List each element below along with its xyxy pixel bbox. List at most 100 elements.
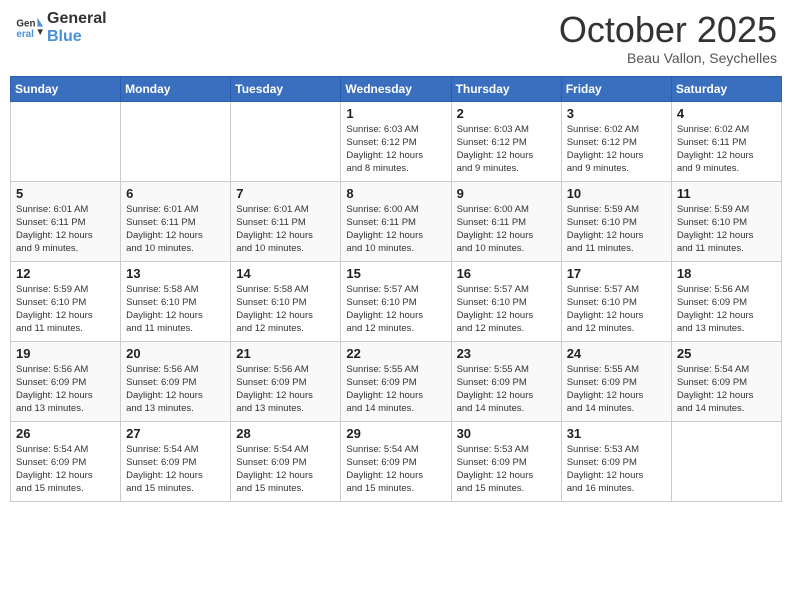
day-info: Sunrise: 6:02 AM Sunset: 6:11 PM Dayligh… xyxy=(677,123,776,176)
calendar-cell: 23 Sunrise: 5:55 AM Sunset: 6:09 PM Dayli… xyxy=(451,341,561,421)
day-number: 11 xyxy=(677,186,776,201)
day-number: 25 xyxy=(677,346,776,361)
calendar-cell: 22 Sunrise: 5:55 AM Sunset: 6:09 PM Dayli… xyxy=(341,341,451,421)
day-number: 18 xyxy=(677,266,776,281)
day-info: Sunrise: 6:01 AM Sunset: 6:11 PM Dayligh… xyxy=(126,203,225,256)
calendar-cell: 30 Sunrise: 5:53 AM Sunset: 6:09 PM Dayli… xyxy=(451,421,561,501)
day-number: 26 xyxy=(16,426,115,441)
day-info: Sunrise: 5:57 AM Sunset: 6:10 PM Dayligh… xyxy=(567,283,666,336)
day-info: Sunrise: 6:02 AM Sunset: 6:12 PM Dayligh… xyxy=(567,123,666,176)
weekday-header-friday: Friday xyxy=(561,76,671,101)
day-number: 12 xyxy=(16,266,115,281)
day-info: Sunrise: 5:58 AM Sunset: 6:10 PM Dayligh… xyxy=(236,283,335,336)
day-info: Sunrise: 5:59 AM Sunset: 6:10 PM Dayligh… xyxy=(677,203,776,256)
weekday-header-tuesday: Tuesday xyxy=(231,76,341,101)
calendar-cell: 27Sunrise: 5:54 AM Sunset: 6:09 PM Dayli… xyxy=(121,421,231,501)
calendar-cell xyxy=(231,101,341,181)
day-number: 7 xyxy=(236,186,335,201)
calendar-cell: 19Sunrise: 5:56 AM Sunset: 6:09 PM Dayli… xyxy=(11,341,121,421)
calendar-cell: 4 Sunrise: 6:02 AM Sunset: 6:11 PM Daylig… xyxy=(671,101,781,181)
calendar-cell: 8 Sunrise: 6:00 AM Sunset: 6:11 PM Daylig… xyxy=(341,181,451,261)
day-number: 1 xyxy=(346,106,445,121)
logo: Gen eral General Blue xyxy=(15,10,107,45)
page-header: Gen eral General Blue October 2025 Beau … xyxy=(10,10,782,66)
day-info: Sunrise: 5:57 AM Sunset: 6:10 PM Dayligh… xyxy=(346,283,445,336)
day-info: Sunrise: 5:55 AM Sunset: 6:09 PM Dayligh… xyxy=(567,363,666,416)
day-number: 22 xyxy=(346,346,445,361)
day-number: 24 xyxy=(567,346,666,361)
calendar-cell: 14 Sunrise: 5:58 AM Sunset: 6:10 PM Dayli… xyxy=(231,261,341,341)
day-number: 16 xyxy=(457,266,556,281)
logo-icon: Gen eral xyxy=(15,14,43,42)
weekday-header-sunday: Sunday xyxy=(11,76,121,101)
calendar-cell: 20 Sunrise: 5:56 AM Sunset: 6:09 PM Dayli… xyxy=(121,341,231,421)
calendar-cell: 7 Sunrise: 6:01 AM Sunset: 6:11 PM Daylig… xyxy=(231,181,341,261)
day-number: 8 xyxy=(346,186,445,201)
day-info: Sunrise: 5:56 AM Sunset: 6:09 PM Dayligh… xyxy=(126,363,225,416)
calendar-cell: 24 Sunrise: 5:55 AM Sunset: 6:09 PM Dayli… xyxy=(561,341,671,421)
calendar-cell: 29 Sunrise: 5:54 AM Sunset: 6:09 PM Dayli… xyxy=(341,421,451,501)
day-number: 6 xyxy=(126,186,225,201)
calendar-table: SundayMondayTuesdayWednesdayThursdayFrid… xyxy=(10,76,782,502)
calendar-cell: 10 Sunrise: 5:59 AM Sunset: 6:10 PM Dayli… xyxy=(561,181,671,261)
calendar-cell xyxy=(121,101,231,181)
svg-text:eral: eral xyxy=(16,29,34,40)
day-info: Sunrise: 5:57 AM Sunset: 6:10 PM Dayligh… xyxy=(457,283,556,336)
day-number: 21 xyxy=(236,346,335,361)
day-info: Sunrise: 5:53 AM Sunset: 6:09 PM Dayligh… xyxy=(457,443,556,496)
weekday-header-wednesday: Wednesday xyxy=(341,76,451,101)
day-number: 13 xyxy=(126,266,225,281)
calendar-cell: 15Sunrise: 5:57 AM Sunset: 6:10 PM Dayli… xyxy=(341,261,451,341)
day-info: Sunrise: 5:53 AM Sunset: 6:09 PM Dayligh… xyxy=(567,443,666,496)
calendar-cell: 5 Sunrise: 6:01 AM Sunset: 6:11 PM Daylig… xyxy=(11,181,121,261)
calendar-cell: 17Sunrise: 5:57 AM Sunset: 6:10 PM Dayli… xyxy=(561,261,671,341)
week-row-3: 12 Sunrise: 5:59 AM Sunset: 6:10 PM Dayli… xyxy=(11,261,782,341)
day-number: 5 xyxy=(16,186,115,201)
day-info: Sunrise: 5:55 AM Sunset: 6:09 PM Dayligh… xyxy=(346,363,445,416)
weekday-header-monday: Monday xyxy=(121,76,231,101)
calendar-cell: 11 Sunrise: 5:59 AM Sunset: 6:10 PM Dayli… xyxy=(671,181,781,261)
calendar-cell: 18 Sunrise: 5:56 AM Sunset: 6:09 PM Dayli… xyxy=(671,261,781,341)
day-info: Sunrise: 6:01 AM Sunset: 6:11 PM Dayligh… xyxy=(236,203,335,256)
week-row-2: 5 Sunrise: 6:01 AM Sunset: 6:11 PM Daylig… xyxy=(11,181,782,261)
day-number: 2 xyxy=(457,106,556,121)
day-number: 10 xyxy=(567,186,666,201)
week-row-1: 1 Sunrise: 6:03 AM Sunset: 6:12 PM Daylig… xyxy=(11,101,782,181)
calendar-cell: 25 Sunrise: 5:54 AM Sunset: 6:09 PM Dayli… xyxy=(671,341,781,421)
day-number: 28 xyxy=(236,426,335,441)
day-number: 31 xyxy=(567,426,666,441)
day-info: Sunrise: 6:03 AM Sunset: 6:12 PM Dayligh… xyxy=(346,123,445,176)
day-info: Sunrise: 5:59 AM Sunset: 6:10 PM Dayligh… xyxy=(567,203,666,256)
title-block: October 2025 Beau Vallon, Seychelles xyxy=(559,10,777,66)
weekday-header-saturday: Saturday xyxy=(671,76,781,101)
day-number: 30 xyxy=(457,426,556,441)
calendar-cell xyxy=(671,421,781,501)
calendar-cell: 1 Sunrise: 6:03 AM Sunset: 6:12 PM Daylig… xyxy=(341,101,451,181)
svg-text:Gen: Gen xyxy=(16,18,35,29)
day-info: Sunrise: 6:01 AM Sunset: 6:11 PM Dayligh… xyxy=(16,203,115,256)
weekday-header-thursday: Thursday xyxy=(451,76,561,101)
day-number: 9 xyxy=(457,186,556,201)
day-info: Sunrise: 6:00 AM Sunset: 6:11 PM Dayligh… xyxy=(346,203,445,256)
calendar-cell: 6 Sunrise: 6:01 AM Sunset: 6:11 PM Daylig… xyxy=(121,181,231,261)
calendar-cell: 26 Sunrise: 5:54 AM Sunset: 6:09 PM Dayli… xyxy=(11,421,121,501)
day-number: 29 xyxy=(346,426,445,441)
calendar-cell: 13Sunrise: 5:58 AM Sunset: 6:10 PM Dayli… xyxy=(121,261,231,341)
day-number: 20 xyxy=(126,346,225,361)
week-row-4: 19Sunrise: 5:56 AM Sunset: 6:09 PM Dayli… xyxy=(11,341,782,421)
calendar-cell: 12 Sunrise: 5:59 AM Sunset: 6:10 PM Dayli… xyxy=(11,261,121,341)
logo-line1: General xyxy=(47,10,107,28)
day-number: 4 xyxy=(677,106,776,121)
week-row-5: 26 Sunrise: 5:54 AM Sunset: 6:09 PM Dayli… xyxy=(11,421,782,501)
day-number: 23 xyxy=(457,346,556,361)
day-info: Sunrise: 5:55 AM Sunset: 6:09 PM Dayligh… xyxy=(457,363,556,416)
day-info: Sunrise: 5:54 AM Sunset: 6:09 PM Dayligh… xyxy=(16,443,115,496)
day-info: Sunrise: 5:54 AM Sunset: 6:09 PM Dayligh… xyxy=(126,443,225,496)
day-info: Sunrise: 5:56 AM Sunset: 6:09 PM Dayligh… xyxy=(677,283,776,336)
day-info: Sunrise: 5:54 AM Sunset: 6:09 PM Dayligh… xyxy=(677,363,776,416)
day-info: Sunrise: 5:59 AM Sunset: 6:10 PM Dayligh… xyxy=(16,283,115,336)
day-info: Sunrise: 5:54 AM Sunset: 6:09 PM Dayligh… xyxy=(346,443,445,496)
day-number: 14 xyxy=(236,266,335,281)
day-info: Sunrise: 5:56 AM Sunset: 6:09 PM Dayligh… xyxy=(16,363,115,416)
calendar-cell: 9Sunrise: 6:00 AM Sunset: 6:11 PM Daylig… xyxy=(451,181,561,261)
